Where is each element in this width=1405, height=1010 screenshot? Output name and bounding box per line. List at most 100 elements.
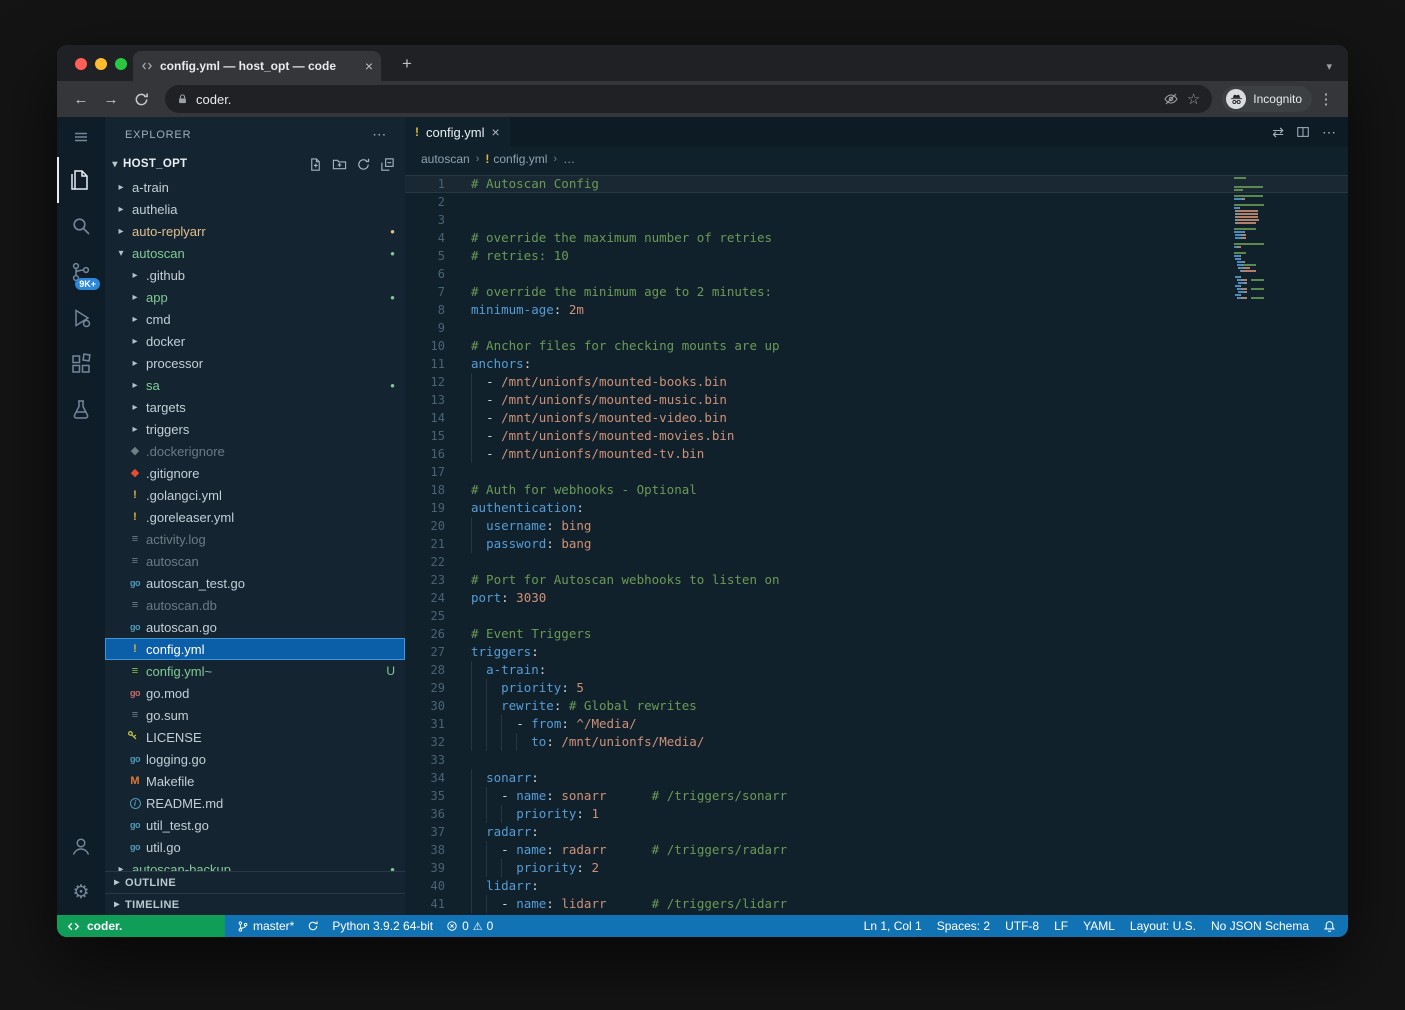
- menu-icon[interactable]: [57, 117, 105, 157]
- code-area[interactable]: 1# Autoscan Config234# override the maxi…: [405, 171, 1348, 915]
- status-item[interactable]: Ln 1, Col 1: [864, 919, 922, 933]
- code-line[interactable]: 17: [405, 463, 1348, 481]
- tree-item[interactable]: ≡autoscan.db: [105, 594, 405, 616]
- refresh-icon[interactable]: [356, 157, 371, 172]
- remote-indicator[interactable]: coder.: [57, 915, 225, 937]
- code-line[interactable]: 12 - /mnt/unionfs/mounted-books.bin: [405, 373, 1348, 391]
- status-item[interactable]: LF: [1054, 919, 1068, 933]
- code-line[interactable]: 28 a-train:: [405, 661, 1348, 679]
- tree-item[interactable]: !config.yml: [105, 638, 405, 660]
- explorer-icon[interactable]: [57, 157, 105, 203]
- code-line[interactable]: 10# Anchor files for checking mounts are…: [405, 337, 1348, 355]
- code-line[interactable]: 36 priority: 1: [405, 805, 1348, 823]
- tree-item[interactable]: ≡go.sum: [105, 704, 405, 726]
- tree-item[interactable]: goautoscan.go: [105, 616, 405, 638]
- tree-item[interactable]: MMakefile: [105, 770, 405, 792]
- tree-item[interactable]: ≡autoscan: [105, 550, 405, 572]
- code-line[interactable]: 25: [405, 607, 1348, 625]
- tree-item[interactable]: ▸.github: [105, 264, 405, 286]
- breadcrumb-file[interactable]: ! config.yml: [485, 152, 547, 166]
- tree-item[interactable]: ▸processor: [105, 352, 405, 374]
- tree-item[interactable]: ≡config.yml~U: [105, 660, 405, 682]
- tree-item[interactable]: gogo.mod: [105, 682, 405, 704]
- eye-blocked-icon[interactable]: [1163, 91, 1179, 107]
- status-item[interactable]: No JSON Schema: [1211, 919, 1309, 933]
- tree-item[interactable]: ▸docker: [105, 330, 405, 352]
- status-item[interactable]: UTF-8: [1005, 919, 1039, 933]
- more-actions-icon[interactable]: ⋯: [372, 126, 387, 143]
- code-line[interactable]: 39 priority: 2: [405, 859, 1348, 877]
- open-changes-icon[interactable]: ⇄: [1272, 124, 1284, 141]
- tree-item[interactable]: ▸a-train: [105, 176, 405, 198]
- tree-item[interactable]: gologging.go: [105, 748, 405, 770]
- zoom-icon[interactable]: [115, 58, 127, 70]
- python-interpreter[interactable]: Python 3.9.2 64-bit: [332, 919, 433, 933]
- tree-item[interactable]: ≡activity.log: [105, 528, 405, 550]
- tree-item[interactable]: !.goreleaser.yml: [105, 506, 405, 528]
- back-icon[interactable]: ←: [67, 85, 95, 113]
- address-bar[interactable]: coder. ☆: [165, 85, 1212, 113]
- collapse-all-icon[interactable]: [380, 157, 395, 172]
- star-icon[interactable]: ☆: [1187, 90, 1200, 108]
- minimize-icon[interactable]: [95, 58, 107, 70]
- code-line[interactable]: 15 - /mnt/unionfs/mounted-movies.bin: [405, 427, 1348, 445]
- tree-item[interactable]: ▸targets: [105, 396, 405, 418]
- code-line[interactable]: 23# Port for Autoscan webhooks to listen…: [405, 571, 1348, 589]
- sync-icon[interactable]: [307, 920, 319, 932]
- tree-item[interactable]: ▸triggers: [105, 418, 405, 440]
- code-line[interactable]: 38 - name: radarr # /triggers/radarr: [405, 841, 1348, 859]
- close-icon[interactable]: [75, 58, 87, 70]
- code-line[interactable]: 7# override the minimum age to 2 minutes…: [405, 283, 1348, 301]
- status-item[interactable]: Spaces: 2: [937, 919, 990, 933]
- tree-item[interactable]: goutil_test.go: [105, 814, 405, 836]
- tree-item[interactable]: LICENSE: [105, 726, 405, 748]
- run-debug-icon[interactable]: [57, 295, 105, 341]
- code-line[interactable]: 16 - /mnt/unionfs/mounted-tv.bin: [405, 445, 1348, 463]
- code-line[interactable]: 32 to: /mnt/unionfs/Media/: [405, 733, 1348, 751]
- more-actions-icon[interactable]: ⋯: [1322, 124, 1336, 141]
- outline-section[interactable]: ▸ OUTLINE: [105, 871, 405, 893]
- status-item[interactable]: YAML: [1083, 919, 1115, 933]
- tree-item[interactable]: ▸app●: [105, 286, 405, 308]
- test-beaker-icon[interactable]: [57, 387, 105, 433]
- tree-item[interactable]: ▸authelia: [105, 198, 405, 220]
- code-line[interactable]: 6: [405, 265, 1348, 283]
- chevron-down-icon[interactable]: ▾: [1326, 60, 1332, 73]
- reload-icon[interactable]: [127, 85, 155, 113]
- forward-icon[interactable]: →: [97, 85, 125, 113]
- tree-item[interactable]: ◆.gitignore: [105, 462, 405, 484]
- code-line[interactable]: 30 rewrite: # Global rewrites: [405, 697, 1348, 715]
- tree-item[interactable]: goutil.go: [105, 836, 405, 858]
- account-icon[interactable]: [57, 823, 105, 869]
- code-line[interactable]: 24port: 3030: [405, 589, 1348, 607]
- timeline-section[interactable]: ▸ TIMELINE: [105, 893, 405, 915]
- split-editor-icon[interactable]: [1296, 125, 1310, 139]
- git-branch-status[interactable]: master*: [237, 919, 294, 933]
- code-line[interactable]: 33: [405, 751, 1348, 769]
- new-file-icon[interactable]: [308, 157, 323, 172]
- code-line[interactable]: 9: [405, 319, 1348, 337]
- code-line[interactable]: 29 priority: 5: [405, 679, 1348, 697]
- code-line[interactable]: 21 password: bang: [405, 535, 1348, 553]
- editor-tab[interactable]: ! config.yml ×: [405, 117, 510, 147]
- code-line[interactable]: 37 radarr:: [405, 823, 1348, 841]
- code-line[interactable]: 26# Event Triggers: [405, 625, 1348, 643]
- settings-gear-icon[interactable]: ⚙: [57, 869, 105, 915]
- code-line[interactable]: 2: [405, 193, 1348, 211]
- code-line[interactable]: 34 sonarr:: [405, 769, 1348, 787]
- code-line[interactable]: 20 username: bing: [405, 517, 1348, 535]
- tree-item[interactable]: ▸cmd: [105, 308, 405, 330]
- tree-root[interactable]: ▾ HOST_OPT: [105, 152, 405, 176]
- code-line[interactable]: 22: [405, 553, 1348, 571]
- breadcrumb-folder[interactable]: autoscan: [421, 152, 470, 166]
- tree-item[interactable]: !.golangci.yml: [105, 484, 405, 506]
- code-line[interactable]: 18# Auth for webhooks - Optional: [405, 481, 1348, 499]
- new-folder-icon[interactable]: [332, 157, 347, 172]
- code-line[interactable]: 3: [405, 211, 1348, 229]
- code-line[interactable]: 41 - name: lidarr # /triggers/lidarr: [405, 895, 1348, 913]
- tree-item[interactable]: ▸sa●: [105, 374, 405, 396]
- code-line[interactable]: 8minimum-age: 2m: [405, 301, 1348, 319]
- extensions-icon[interactable]: [57, 341, 105, 387]
- search-icon[interactable]: [57, 203, 105, 249]
- code-line[interactable]: 14 - /mnt/unionfs/mounted-video.bin: [405, 409, 1348, 427]
